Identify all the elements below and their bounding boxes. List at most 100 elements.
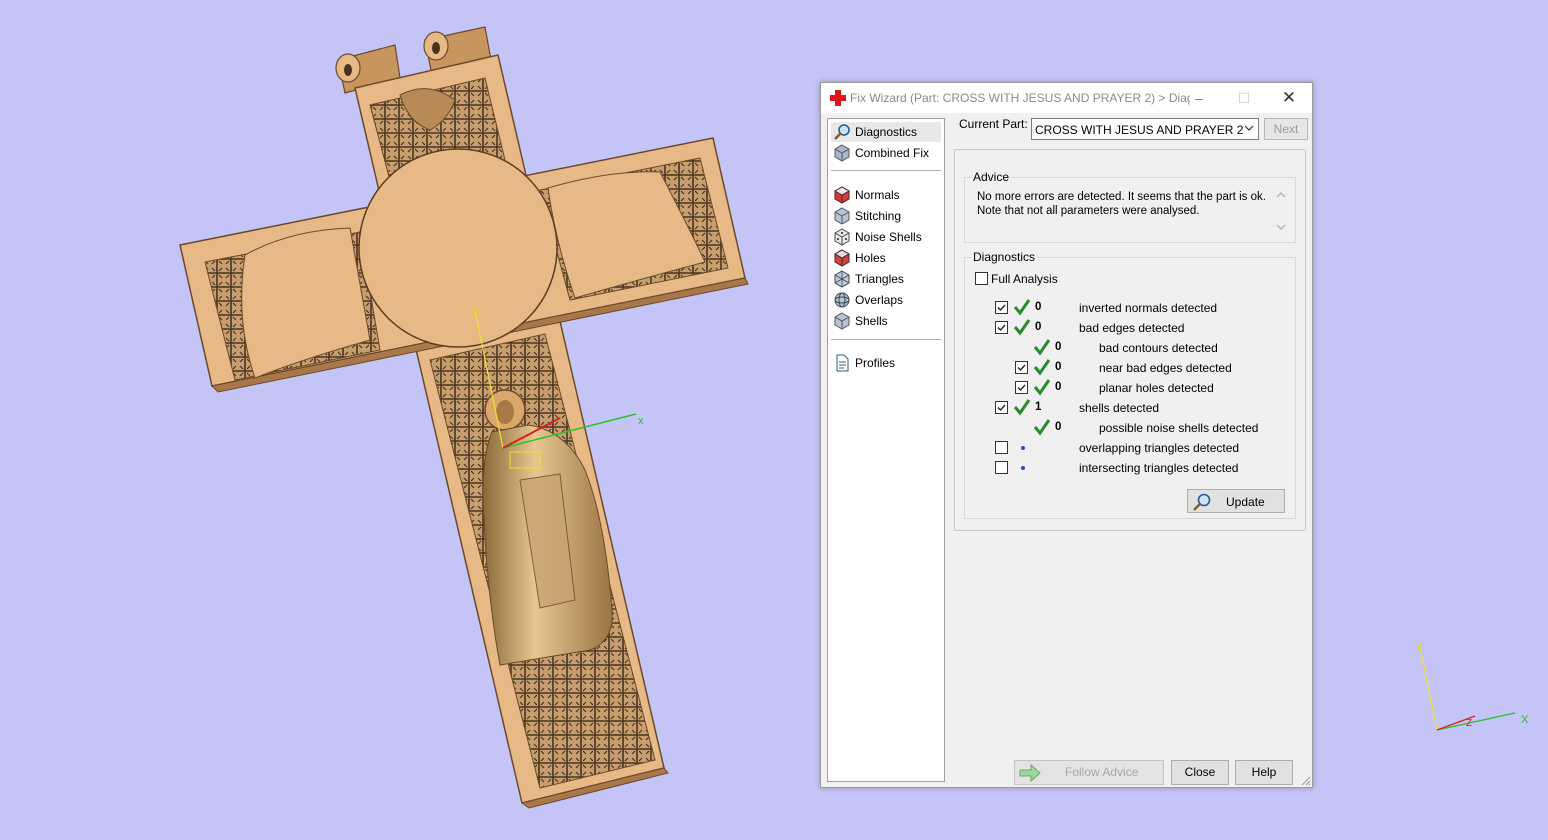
checkmark-icon xyxy=(1017,384,1026,392)
arrow-right-icon xyxy=(1019,764,1041,782)
near-bad-edges-label: near bad edges detected xyxy=(1099,361,1232,375)
diagnostics-page: Advice No more errors are detected. It s… xyxy=(954,149,1306,531)
intersecting-triangles-checkbox[interactable] xyxy=(995,461,1008,474)
orientation-triad: Y X Z xyxy=(1415,641,1529,731)
scroll-up-icon[interactable] xyxy=(1275,190,1287,200)
near-bad-edges-count: 0 xyxy=(1055,361,1062,373)
not-analysed-bullet-icon xyxy=(1021,466,1025,470)
nav-item-label: Normals xyxy=(855,188,900,202)
maximize-button[interactable]: ☐ xyxy=(1222,83,1266,113)
cube-icon xyxy=(834,144,850,162)
magnifier-icon xyxy=(834,124,850,140)
full-analysis-checkbox[interactable] xyxy=(975,272,988,285)
update-label: Update xyxy=(1226,495,1265,509)
overlapping-triangles-checkbox[interactable] xyxy=(995,441,1008,454)
planar-holes-count: 0 xyxy=(1055,381,1062,393)
document-icon xyxy=(836,354,849,372)
nav-item-shells[interactable]: Shells xyxy=(831,311,941,331)
nav-item-label: Shells xyxy=(855,314,888,328)
diagnostics-title: Diagnostics xyxy=(971,250,1038,264)
fix-wizard-dialog: Fix Wizard (Part: CROSS WITH JESUS AND P… xyxy=(820,82,1313,788)
near-bad-edges-checkbox[interactable] xyxy=(1015,361,1028,374)
nav-item-normals[interactable]: Normals xyxy=(831,185,941,205)
inverted-normals-count: 0 xyxy=(1035,301,1042,313)
planar-holes-checkbox[interactable] xyxy=(1015,381,1028,394)
diagnostics-group: Diagnostics Full Analysis 0 inverted nor… xyxy=(964,250,1296,519)
shells-count: 1 xyxy=(1035,401,1042,413)
red-cross-icon xyxy=(830,90,846,106)
nav-item-profiles[interactable]: Profiles xyxy=(831,353,941,373)
advice-text: No more errors are detected. It seems th… xyxy=(977,190,1273,218)
green-check-icon xyxy=(1033,379,1051,396)
model-x-axis-label: x xyxy=(638,415,644,427)
close-window-button[interactable]: ✕ xyxy=(1267,83,1311,113)
not-analysed-bullet-icon xyxy=(1021,446,1025,450)
nav-item-triangles[interactable]: Triangles xyxy=(831,269,941,289)
checkmark-icon xyxy=(997,304,1006,312)
nav-item-diagnostics[interactable]: Diagnostics xyxy=(831,122,941,142)
shells-label: shells detected xyxy=(1079,401,1160,415)
follow-advice-label: Follow Advice xyxy=(1065,765,1139,779)
noise-shells-label: possible noise shells detected xyxy=(1099,421,1259,435)
follow-advice-button[interactable]: Follow Advice xyxy=(1014,760,1164,785)
dice-icon xyxy=(834,228,850,246)
bad-contours-label: bad contours detected xyxy=(1099,341,1218,355)
nav-item-label: Stitching xyxy=(855,209,902,223)
advice-group: Advice No more errors are detected. It s… xyxy=(964,170,1296,243)
close-button[interactable]: Close xyxy=(1171,760,1229,785)
nav-item-stitching[interactable]: Stitching xyxy=(831,206,941,226)
nav-item-noise-shells[interactable]: Noise Shells xyxy=(831,227,941,247)
resize-grip-icon[interactable] xyxy=(1299,774,1311,786)
overlapping-triangles-label: overlapping triangles detected xyxy=(1079,441,1240,455)
nav-item-label: Holes xyxy=(855,251,886,265)
bad-edges-label: bad edges detected xyxy=(1079,321,1185,335)
current-part-select[interactable]: CROSS WITH JESUS AND PRAYER 2 xyxy=(1031,118,1259,140)
green-check-icon xyxy=(1033,339,1051,356)
title-bar[interactable]: Fix Wizard (Part: CROSS WITH JESUS AND P… xyxy=(821,83,1312,113)
dialog-title: Fix Wizard (Part: CROSS WITH JESUS AND P… xyxy=(850,91,1190,105)
triad-y-label: Y xyxy=(1415,641,1423,653)
current-part-label: Current Part: xyxy=(959,117,1028,131)
intersecting-triangles-label: intersecting triangles detected xyxy=(1079,461,1239,475)
green-check-icon xyxy=(1033,359,1051,376)
checkmark-icon xyxy=(1017,364,1026,372)
3d-viewport[interactable]: y x Y X Z xyxy=(0,0,1548,840)
saint-figure-relief xyxy=(482,389,613,666)
nav-separator xyxy=(831,170,941,171)
triad-x-label: X xyxy=(1521,714,1529,726)
nav-separator xyxy=(831,339,941,340)
advice-line: No more errors are detected. It seems th… xyxy=(977,191,1266,203)
scroll-down-icon[interactable] xyxy=(1275,222,1287,232)
nav-item-label: Profiles xyxy=(855,356,896,370)
nav-item-label: Noise Shells xyxy=(855,230,922,244)
triad-z-label: Z xyxy=(1466,718,1472,729)
inverted-normals-checkbox[interactable] xyxy=(995,301,1008,314)
cube-icon xyxy=(834,270,850,288)
bad-contours-count: 0 xyxy=(1055,341,1062,353)
minimize-button[interactable]: – xyxy=(1177,83,1221,113)
green-check-icon xyxy=(1033,419,1051,436)
help-button[interactable]: Help xyxy=(1235,760,1293,785)
nav-item-label: Diagnostics xyxy=(855,125,918,139)
green-check-icon xyxy=(1013,399,1031,416)
nav-item-label: Combined Fix xyxy=(855,146,930,160)
noise-shells-count: 0 xyxy=(1055,421,1062,433)
cross-model[interactable] xyxy=(179,26,749,809)
cube-red-icon xyxy=(833,186,851,204)
nav-item-combined-fix[interactable]: Combined Fix xyxy=(831,143,941,163)
center-disc xyxy=(358,148,558,348)
full-analysis-label: Full Analysis xyxy=(991,272,1058,286)
nav-item-overlaps[interactable]: Overlaps xyxy=(831,290,941,310)
nav-item-holes[interactable]: Holes xyxy=(831,248,941,268)
current-part-value: CROSS WITH JESUS AND PRAYER 2 xyxy=(1035,123,1244,137)
update-button[interactable]: Update xyxy=(1187,489,1285,513)
checkmark-icon xyxy=(997,404,1006,412)
wizard-nav-panel: Diagnostics Combined Fix Normals Stitchi… xyxy=(827,118,945,782)
inverted-normals-label: inverted normals detected xyxy=(1079,301,1218,315)
cube-icon xyxy=(834,312,850,330)
green-check-icon xyxy=(1013,319,1031,336)
next-button[interactable]: Next xyxy=(1264,118,1308,140)
bad-edges-checkbox[interactable] xyxy=(995,321,1008,334)
shells-checkbox[interactable] xyxy=(995,401,1008,414)
planar-holes-label: planar holes detected xyxy=(1099,381,1214,395)
